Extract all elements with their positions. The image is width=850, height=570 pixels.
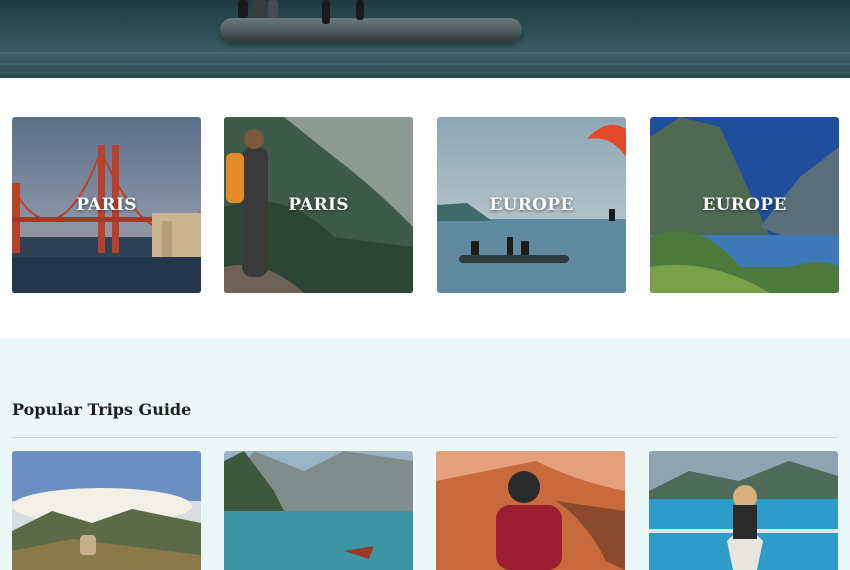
destination-cards: PARIS PARIS EUROPE EUROPE (12, 117, 839, 293)
popular-trips-section: Popular Trips Guide (0, 338, 850, 570)
divider (12, 437, 838, 438)
destination-card[interactable]: EUROPE (437, 117, 626, 293)
canyon-traveler-photo (436, 451, 625, 570)
hero-image (0, 0, 850, 78)
person-figure (238, 0, 248, 18)
destination-card[interactable]: PARIS (12, 117, 201, 293)
kayaker-lake-photo (649, 451, 838, 570)
trip-card[interactable] (649, 451, 838, 570)
mountain-dog-photo (12, 451, 201, 570)
person-figure (268, 0, 278, 18)
destination-card[interactable]: EUROPE (650, 117, 839, 293)
trip-card[interactable] (224, 451, 413, 570)
destination-label: EUROPE (489, 195, 574, 215)
destination-label: EUROPE (702, 195, 787, 215)
destination-label: PARIS (288, 195, 349, 215)
alpine-lake-boat-photo (224, 451, 413, 570)
floating-platform (220, 18, 522, 42)
destination-label: PARIS (76, 195, 137, 215)
person-figure (356, 0, 364, 20)
trip-card[interactable] (436, 451, 625, 570)
section-title: Popular Trips Guide (12, 400, 192, 419)
trip-card[interactable] (12, 451, 201, 570)
destination-card[interactable]: PARIS (224, 117, 413, 293)
person-figure (322, 0, 330, 24)
person-figure (252, 0, 266, 18)
